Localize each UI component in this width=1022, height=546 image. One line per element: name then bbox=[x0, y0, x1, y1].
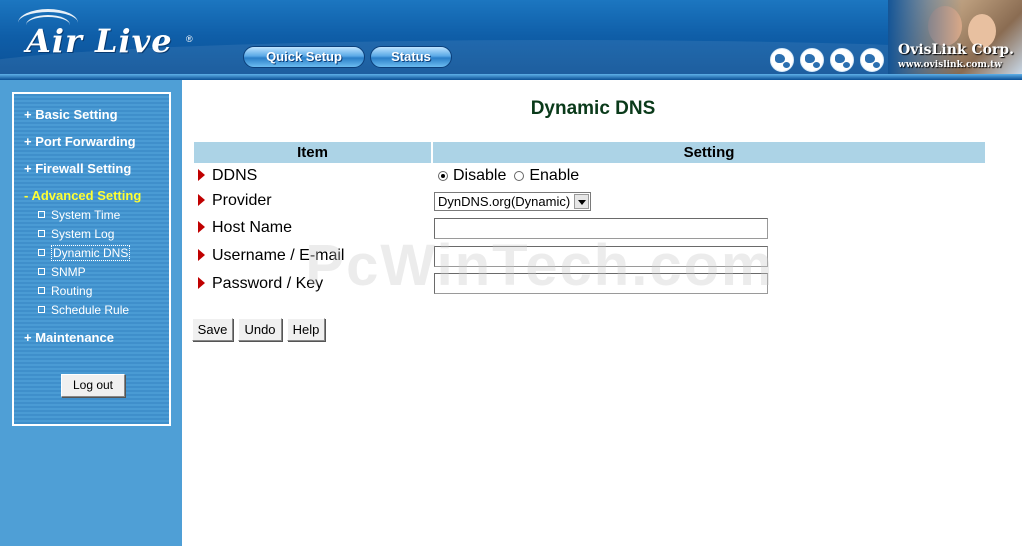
row-label-ddns: DDNS bbox=[198, 167, 257, 185]
label-text: Provider bbox=[212, 192, 272, 209]
column-header-setting: Setting bbox=[433, 142, 985, 163]
provider-selected-value: DynDNS.org(Dynamic) bbox=[438, 194, 571, 209]
red-arrow-icon bbox=[198, 169, 205, 181]
sidebar-item-advanced-setting[interactable]: - Advanced Setting bbox=[24, 188, 141, 203]
logout-button[interactable]: Log out bbox=[61, 374, 125, 397]
globe-icon bbox=[830, 48, 854, 72]
subitem-label: SNMP bbox=[51, 265, 86, 279]
ddns-disable-label: Disable bbox=[453, 167, 507, 184]
row-label-host-name: Host Name bbox=[198, 219, 292, 237]
square-bullet-icon bbox=[38, 249, 45, 256]
quick-setup-button[interactable]: Quick Setup bbox=[243, 46, 365, 68]
sidebar: + Basic Setting + Port Forwarding + Fire… bbox=[0, 80, 182, 546]
airlive-logo: Air Live bbox=[26, 22, 173, 60]
password-input[interactable] bbox=[434, 273, 768, 294]
globe-icons bbox=[770, 48, 884, 72]
red-arrow-icon bbox=[198, 277, 205, 289]
sidebar-item-port-forwarding[interactable]: + Port Forwarding bbox=[24, 134, 136, 149]
red-arrow-icon bbox=[198, 221, 205, 233]
sidebar-item-basic-setting[interactable]: + Basic Setting bbox=[24, 107, 118, 122]
sidebar-menu: + Basic Setting + Port Forwarding + Fire… bbox=[12, 92, 171, 426]
globe-icon bbox=[770, 48, 794, 72]
globe-icon bbox=[860, 48, 884, 72]
dropdown-arrow-icon[interactable] bbox=[574, 194, 589, 209]
registered-mark: ® bbox=[186, 34, 193, 44]
sidebar-subitem-dynamic-dns[interactable]: Dynamic DNS bbox=[38, 245, 131, 261]
sidebar-subitem-snmp[interactable]: SNMP bbox=[38, 265, 86, 279]
corp-url: www.ovislink.com.tw bbox=[898, 60, 1002, 70]
sidebar-subitem-schedule-rule[interactable]: Schedule Rule bbox=[38, 303, 129, 317]
globe-icon bbox=[800, 48, 824, 72]
label-text: Username / E-mail bbox=[212, 247, 345, 264]
sidebar-subitem-system-log[interactable]: System Log bbox=[38, 227, 114, 241]
sidebar-item-firewall-setting[interactable]: + Firewall Setting bbox=[24, 161, 131, 176]
ddns-enable-radio[interactable] bbox=[514, 171, 525, 181]
ddns-radio-group: Disable Enable bbox=[438, 167, 587, 185]
username-input[interactable] bbox=[434, 246, 768, 267]
page-title: Dynamic DNS bbox=[530, 98, 656, 119]
subitem-label: Dynamic DNS bbox=[51, 245, 131, 261]
row-label-username: Username / E-mail bbox=[198, 247, 344, 265]
label-text: Host Name bbox=[212, 219, 293, 236]
subitem-label: System Time bbox=[51, 208, 121, 222]
square-bullet-icon bbox=[38, 306, 45, 313]
undo-button[interactable]: Undo bbox=[238, 318, 282, 341]
label-text: Password / Key bbox=[212, 275, 324, 292]
row-label-provider: Provider bbox=[198, 192, 272, 210]
subitem-label: Routing bbox=[51, 284, 93, 298]
sidebar-subitem-system-time[interactable]: System Time bbox=[38, 208, 120, 222]
ddns-enable-label: Enable bbox=[529, 167, 580, 184]
host-name-input[interactable] bbox=[434, 218, 768, 239]
column-header-item: Item bbox=[194, 142, 431, 163]
square-bullet-icon bbox=[38, 268, 45, 275]
help-button[interactable]: Help bbox=[287, 318, 325, 341]
square-bullet-icon bbox=[38, 211, 45, 218]
sidebar-subitem-routing[interactable]: Routing bbox=[38, 284, 92, 298]
main-content: Dynamic DNS Item Setting DDNS Provider H… bbox=[182, 80, 1022, 546]
sidebar-item-maintenance[interactable]: + Maintenance bbox=[24, 330, 114, 345]
ddns-disable-radio[interactable] bbox=[438, 171, 448, 181]
red-arrow-icon bbox=[198, 194, 205, 206]
square-bullet-icon bbox=[38, 287, 45, 294]
subitem-label: System Log bbox=[51, 227, 115, 241]
top-banner: Air Live ® Quick Setup Status OvisLink C… bbox=[0, 0, 1022, 80]
save-button[interactable]: Save bbox=[192, 318, 233, 341]
row-label-password: Password / Key bbox=[198, 275, 323, 293]
status-button[interactable]: Status bbox=[370, 46, 452, 68]
square-bullet-icon bbox=[38, 230, 45, 237]
red-arrow-icon bbox=[198, 249, 205, 261]
corp-name: OvisLink Corp. bbox=[898, 42, 1014, 58]
subitem-label: Schedule Rule bbox=[51, 303, 130, 317]
label-text: DDNS bbox=[212, 167, 258, 184]
provider-select[interactable]: DynDNS.org(Dynamic) bbox=[434, 192, 591, 211]
